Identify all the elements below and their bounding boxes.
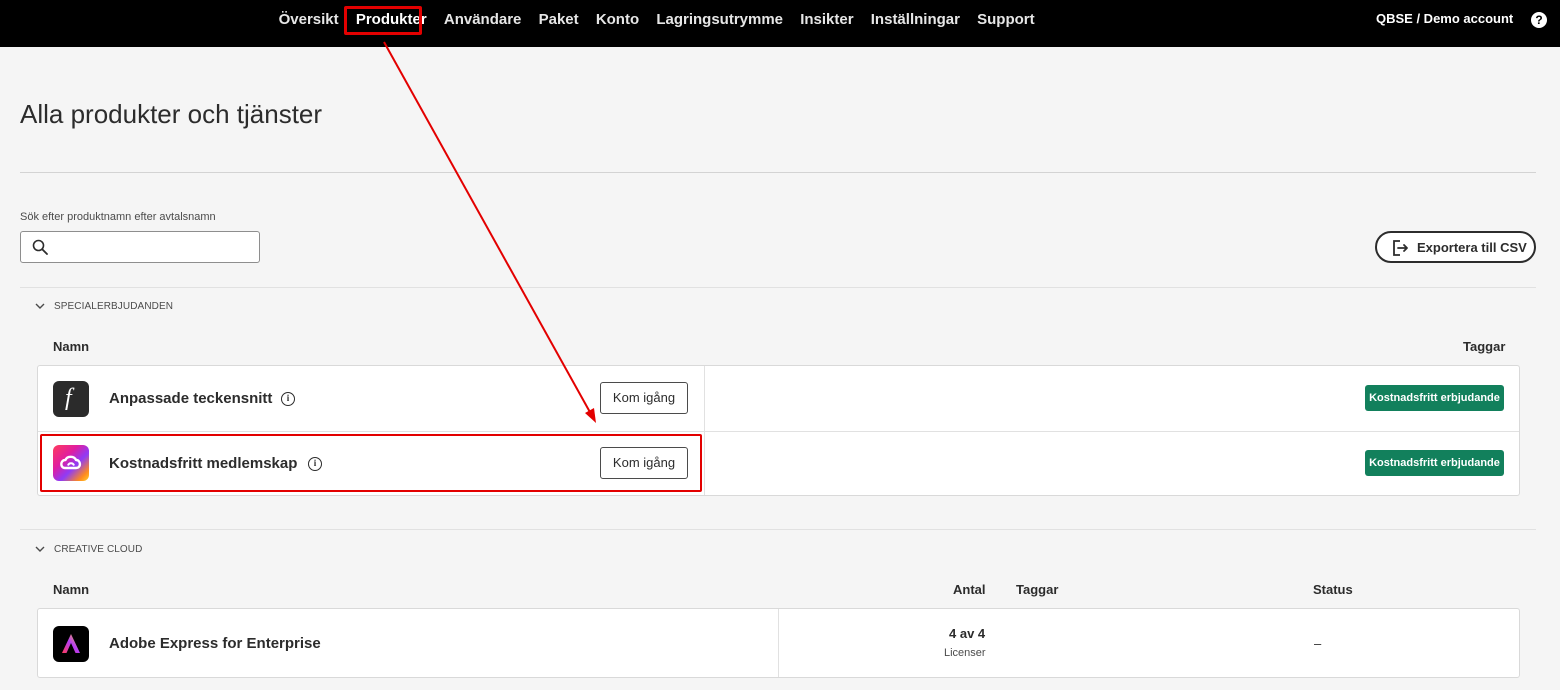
chevron-down-icon — [35, 303, 45, 309]
table-row: f Anpassade teckensnitt i Kom igång Kost… — [38, 366, 1519, 431]
section-title-creative-cloud: CREATIVE CLOUD — [54, 544, 143, 555]
tag-badge: Kostnadsfritt erbjudande — [1365, 385, 1504, 411]
creative-cloud-table: Adobe Express for Enterprise 4 av 4 Lice… — [37, 608, 1520, 678]
search-input[interactable] — [55, 235, 255, 259]
info-icon[interactable]: i — [281, 392, 295, 406]
nav-item-konto[interactable]: Konto — [587, 0, 648, 40]
section-title-special: SPECIALERBJUDANDEN — [54, 301, 174, 312]
product-name[interactable]: Anpassade teckensnitt — [109, 390, 272, 407]
search-field[interactable] — [20, 231, 260, 263]
search-icon — [32, 239, 48, 255]
license-unit: Licenser — [944, 647, 986, 659]
nav-item-lagringsutrymme[interactable]: Lagringsutrymme — [648, 0, 792, 40]
export-icon — [1393, 240, 1408, 256]
account-switcher[interactable]: QBSE / Demo account — [1376, 11, 1513, 26]
nav-item-anvandare[interactable]: Användare — [435, 0, 530, 40]
nav-item-support[interactable]: Support — [969, 0, 1044, 40]
license-count: 4 av 4 — [949, 626, 986, 641]
adobe-express-icon — [53, 626, 89, 662]
nav-item-paket[interactable]: Paket — [530, 0, 587, 40]
product-name[interactable]: Adobe Express for Enterprise — [109, 635, 321, 652]
section-divider-cc — [20, 529, 1536, 530]
tag-badge: Kostnadsfritt erbjudande — [1365, 450, 1504, 476]
chevron-down-icon — [35, 546, 45, 552]
annotation-highlight-produkter — [344, 6, 422, 35]
column-header-status: Status — [1313, 582, 1353, 597]
export-csv-label: Exportera till CSV — [1417, 240, 1527, 255]
export-csv-button[interactable]: Exportera till CSV — [1375, 231, 1536, 263]
column-header-tags: Taggar — [1463, 339, 1506, 354]
column-header-name: Namn — [53, 582, 90, 597]
table-row: Adobe Express for Enterprise 4 av 4 Lice… — [38, 609, 1519, 677]
font-f-icon: f — [53, 381, 89, 417]
page-title: Alla produkter och tjänster — [20, 99, 323, 129]
nav-item-insikter[interactable]: Insikter — [792, 0, 863, 40]
nav-item-installningar[interactable]: Inställningar — [862, 0, 968, 40]
nav-item-oversikt[interactable]: Översikt — [270, 0, 347, 40]
status-value: – — [1314, 636, 1322, 651]
column-header-name: Namn — [53, 339, 90, 354]
column-header-tags: Taggar — [1016, 582, 1059, 597]
get-started-button[interactable]: Kom igång — [600, 382, 688, 414]
column-header-qty: Antal — [953, 582, 986, 597]
header-divider — [20, 172, 1536, 173]
search-label: Sök efter produktnamn efter avtalsnamn — [20, 211, 216, 223]
section-divider-special — [20, 287, 1536, 288]
annotation-highlight-row — [40, 434, 702, 492]
help-icon[interactable]: ? — [1531, 12, 1547, 28]
top-navigation-bar: Översikt Produkter Användare Paket Konto… — [0, 0, 1560, 47]
